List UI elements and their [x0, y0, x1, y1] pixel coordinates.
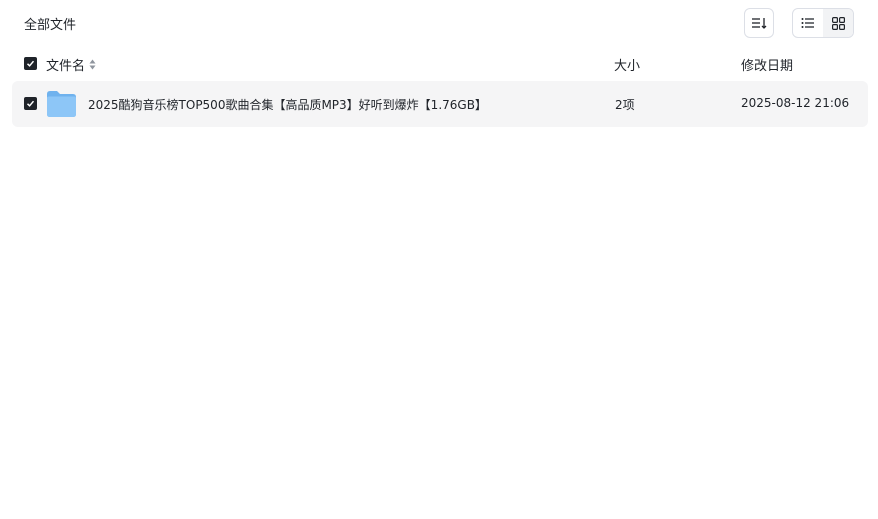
list-view-icon	[801, 18, 814, 28]
sort-icon	[752, 18, 767, 29]
sort-toggle-icon	[89, 59, 96, 70]
column-header-size: 大小	[614, 59, 641, 74]
file-name[interactable]: 2025酷狗音乐榜TOP500歌曲合集【高品质MP3】好听到爆炸【1.76GB】	[88, 96, 487, 113]
row-checkbox[interactable]	[24, 97, 37, 110]
column-header-modified: 修改日期	[741, 59, 794, 74]
table-row[interactable]: 2025酷狗音乐榜TOP500歌曲合集【高品质MP3】好听到爆炸【1.76GB】…	[12, 81, 868, 127]
list-view-button[interactable]	[793, 9, 823, 37]
column-name-label: 文件名	[46, 59, 86, 74]
grid-view-button[interactable]	[823, 9, 853, 37]
grid-view-icon	[831, 16, 845, 30]
folder-icon	[46, 90, 77, 121]
file-modified-date: 2025-08-12 21:06	[741, 96, 850, 110]
sort-button[interactable]	[744, 8, 774, 38]
checkmark-icon	[26, 100, 35, 107]
select-all-checkbox[interactable]	[24, 57, 37, 70]
table-header: 文件名 大小 修改日期	[0, 54, 878, 74]
view-toggle	[792, 8, 854, 38]
breadcrumb-all-files[interactable]: 全部文件	[24, 14, 76, 33]
column-header-name[interactable]: 文件名	[46, 55, 96, 74]
file-size: 2项	[615, 98, 635, 112]
checkmark-icon	[26, 60, 35, 67]
